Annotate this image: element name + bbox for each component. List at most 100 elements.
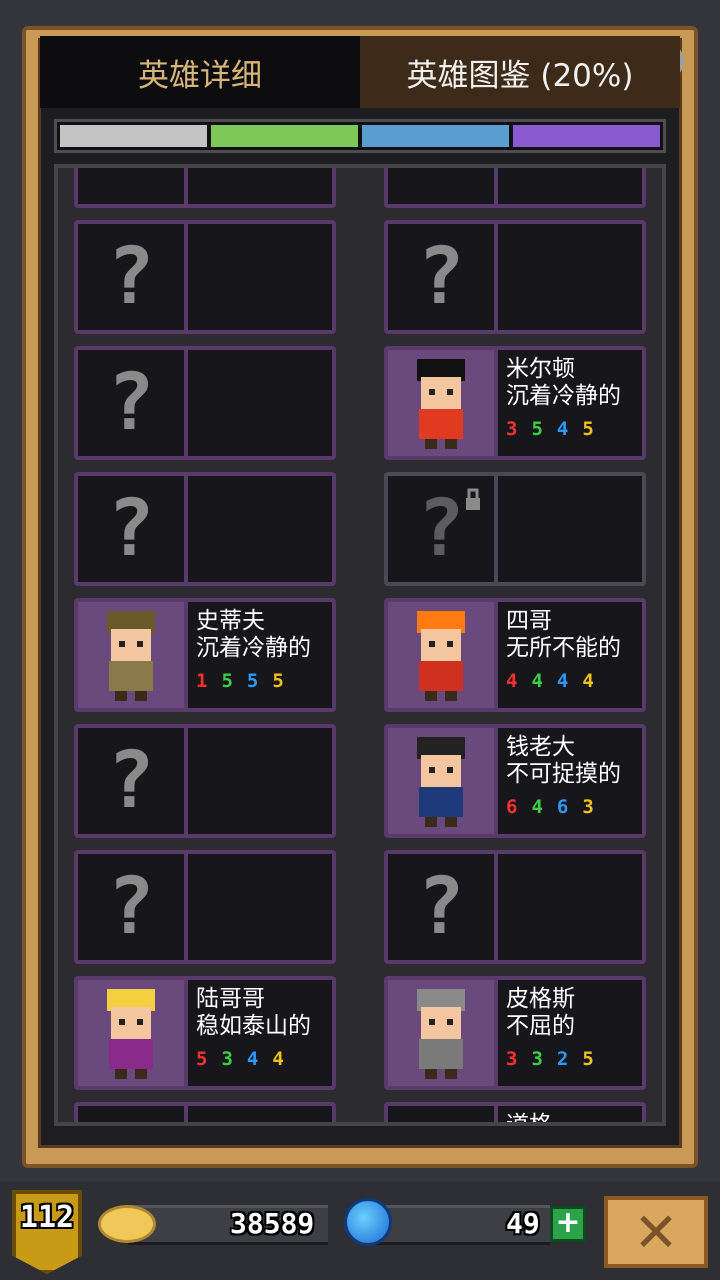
hero-card[interactable]: 皮格斯 不屈的 3325 — [384, 976, 646, 1090]
hero-name: 道格 — [506, 1112, 552, 1126]
rarity-segment[interactable] — [211, 125, 358, 147]
unknown-hero-card[interactable]: ? — [74, 346, 336, 460]
hero-name: 陆哥哥 — [196, 986, 265, 1012]
rarity-filter-bar[interactable] — [54, 119, 666, 153]
question-mark-icon: ? — [107, 232, 155, 322]
question-mark-icon: ? — [107, 358, 155, 448]
flame-hair-hero-icon — [388, 602, 494, 708]
hero-stat: 5 — [246, 670, 259, 692]
hero-card[interactable]: 史蒂夫 沉着冷静的 1555 — [74, 598, 336, 712]
hero-trait: 不屈的 — [506, 1013, 575, 1039]
hero-trait: 稳如泰山的 — [196, 1013, 311, 1039]
hero-info — [188, 168, 332, 204]
coin-count: 38589 — [230, 1207, 315, 1240]
hero-stat: 2 — [556, 1048, 569, 1070]
unknown-hero-card[interactable]: ? — [74, 472, 336, 586]
hero-stats: 4444 — [506, 670, 594, 692]
hero-stat: 4 — [246, 1048, 259, 1070]
hero-portrait — [78, 168, 184, 204]
hero-info: 史蒂夫 沉着冷静的 1555 — [188, 602, 332, 708]
hero-info — [498, 168, 642, 204]
hero-name: 史蒂夫 — [196, 608, 265, 634]
tab-hero-detail[interactable]: 英雄详细 — [40, 36, 360, 108]
tab-hero-collection[interactable]: 英雄图鉴 (20%) — [360, 36, 680, 108]
hero-info — [188, 350, 332, 456]
hero-info: 米尔顿 沉着冷静的 3545 — [498, 350, 642, 456]
hero-card[interactable]: 道格 — [384, 1102, 646, 1126]
hero-stat: 4 — [506, 670, 518, 692]
question-mark-icon: ? — [417, 862, 465, 952]
locked-hero-card[interactable]: ? — [384, 472, 646, 586]
blonde-hero-icon — [78, 980, 184, 1086]
unknown-hero-card[interactable]: ? — [74, 220, 336, 334]
hero-stat: 4 — [582, 670, 594, 692]
lock-icon — [466, 488, 480, 510]
hero-stat: 3 — [506, 1048, 518, 1070]
hero-info — [188, 854, 332, 960]
unknown-hero-card[interactable]: ? — [384, 220, 646, 334]
cowboy-hat-hero-icon — [388, 350, 494, 456]
gem-count: 49 — [506, 1207, 540, 1240]
hero-stat: 4 — [531, 670, 543, 692]
hero-info — [188, 728, 332, 834]
hero-stat: 3 — [531, 1048, 543, 1070]
hero-info — [498, 224, 642, 330]
hero-card[interactable]: 四哥 无所不能的 4444 — [384, 598, 646, 712]
hero-info — [498, 476, 642, 582]
unknown-hero-card[interactable]: ? — [74, 850, 336, 964]
rarity-segment[interactable] — [362, 125, 509, 147]
aviator-hero-icon — [78, 602, 184, 708]
question-mark-icon: ? — [417, 484, 465, 574]
hero-stats: 6463 — [506, 796, 594, 818]
hero-portrait — [78, 1106, 184, 1122]
unknown-portrait: ? — [388, 854, 494, 960]
question-mark-icon: ? — [417, 232, 465, 322]
add-gems-button[interactable]: + — [550, 1206, 586, 1242]
unknown-hero-card[interactable]: ? — [384, 850, 646, 964]
hero-name: 钱老大 — [506, 734, 575, 760]
hero-info — [188, 224, 332, 330]
hero-card[interactable]: 钱老大 不可捉摸的 6463 — [384, 724, 646, 838]
unknown-hero-card[interactable]: ? — [74, 724, 336, 838]
hero-stat: 4 — [531, 796, 543, 818]
rarity-segment[interactable] — [513, 125, 660, 147]
hero-stat: 4 — [556, 418, 569, 440]
rarity-segment[interactable] — [60, 125, 207, 147]
hero-stat: 6 — [556, 796, 569, 818]
hero-card[interactable]: 陆哥哥 稳如泰山的 5344 — [74, 976, 336, 1090]
hero-card[interactable] — [384, 168, 646, 208]
question-mark-icon: ? — [107, 862, 155, 952]
hero-trait: 不可捉摸的 — [506, 761, 621, 787]
hero-stat: 5 — [531, 418, 543, 440]
hero-trait: 沉着冷静的 — [506, 383, 621, 409]
hero-info — [498, 854, 642, 960]
hero-stat: 6 — [506, 796, 518, 818]
tab-bar: 英雄详细 英雄图鉴 (20%) — [40, 36, 680, 108]
hero-card[interactable] — [74, 168, 336, 208]
hero-portrait — [388, 1106, 494, 1122]
unknown-portrait: ? — [78, 350, 184, 456]
hero-name: 皮格斯 — [506, 986, 575, 1012]
hero-stat: 3 — [506, 418, 518, 440]
hero-trait: 沉着冷静的 — [196, 635, 311, 661]
hero-info: 道格 — [498, 1106, 642, 1126]
unknown-portrait: ? — [78, 476, 184, 582]
hero-card[interactable] — [74, 1102, 336, 1122]
hero-card[interactable]: 米尔顿 沉着冷静的 3545 — [384, 346, 646, 460]
hero-stat: 5 — [196, 1048, 208, 1070]
hero-stat: 5 — [221, 670, 233, 692]
hero-stats: 3545 — [506, 418, 594, 440]
hero-info: 钱老大 不可捉摸的 6463 — [498, 728, 642, 834]
hero-list[interactable]: ??? 米尔顿 沉着冷静的 3545 ?? 史蒂夫 沉着冷静的 1555 四哥 … — [54, 164, 666, 1126]
hero-info: 四哥 无所不能的 4444 — [498, 602, 642, 708]
hero-stat: 3 — [582, 796, 594, 818]
hero-stats: 1555 — [196, 670, 284, 692]
coin-icon — [98, 1205, 156, 1243]
close-button[interactable]: ✕ — [604, 1196, 708, 1268]
gem-icon — [344, 1198, 392, 1246]
unknown-portrait: ? — [388, 224, 494, 330]
unknown-portrait: ? — [78, 728, 184, 834]
hero-stat: 3 — [221, 1048, 233, 1070]
hero-name: 四哥 — [506, 608, 552, 634]
spiky-hair-hero-icon — [388, 728, 494, 834]
